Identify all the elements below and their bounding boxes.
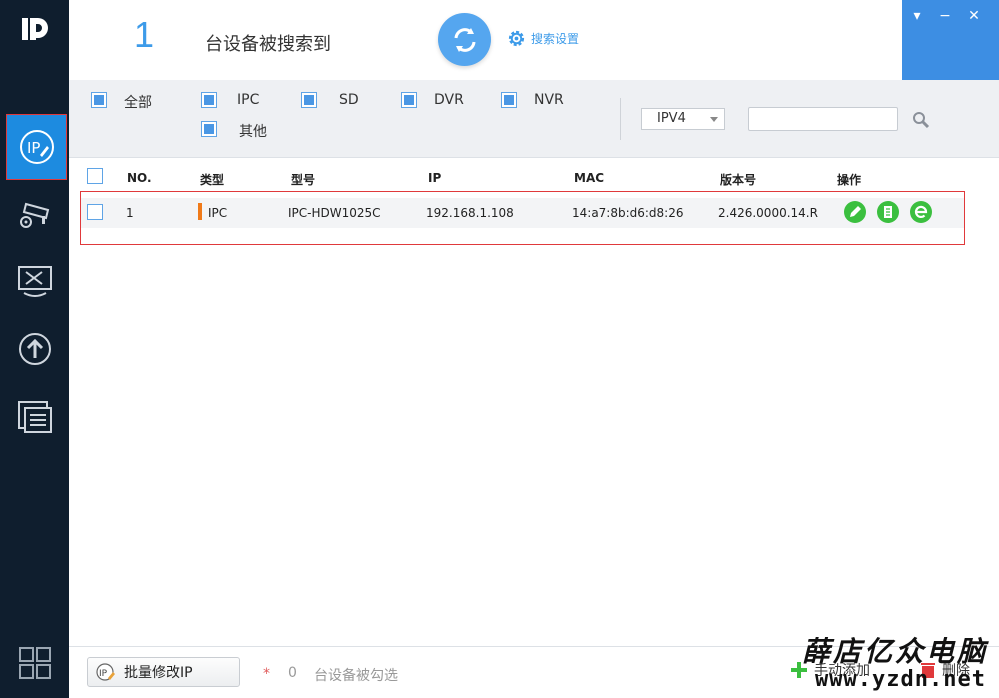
search-settings-link[interactable]: 搜索设置	[507, 29, 579, 48]
ip-edit-small-icon: IP	[96, 663, 115, 681]
col-version: 版本号	[720, 173, 757, 187]
filter-ipc-checkbox[interactable]	[201, 92, 217, 108]
col-ops: 操作	[837, 173, 862, 187]
header-separator	[69, 157, 999, 158]
filter-dvr-checkbox[interactable]	[401, 92, 417, 108]
browser-e-icon	[914, 205, 928, 219]
col-mac: MAC	[574, 171, 605, 185]
sidebar: IP	[0, 0, 69, 698]
refresh-icon	[454, 27, 475, 52]
device-count: 1	[134, 14, 155, 55]
filter-sd-checkbox[interactable]	[301, 92, 317, 108]
filter-all-checkbox[interactable]	[91, 92, 107, 108]
ip-edit-icon: IP	[19, 130, 54, 164]
document-icon	[884, 206, 892, 218]
required-star: *	[263, 666, 270, 682]
close-icon[interactable]: ✕	[964, 6, 984, 26]
table-header: NO. 类型 型号 IP MAC 版本号 操作	[80, 162, 965, 192]
batch-modify-ip-button[interactable]: IP 批量修改IP	[87, 657, 240, 687]
camera-gear-icon	[19, 202, 49, 228]
filter-other-checkbox[interactable]	[201, 121, 217, 137]
selected-label: 台设备被勾选	[314, 668, 398, 684]
refresh-button[interactable]	[438, 13, 491, 66]
pencil-icon	[850, 206, 861, 217]
window-titlebar: ▾ − ✕	[902, 0, 999, 80]
gear-icon	[508, 30, 525, 47]
selected-count: 0	[288, 665, 297, 681]
upgrade-arrow-icon	[18, 333, 51, 365]
batch-modify-ip-label: 批量修改IP	[124, 665, 193, 681]
app-logo-icon	[22, 18, 48, 40]
search-icon[interactable]	[912, 111, 930, 129]
col-model: 型号	[291, 173, 316, 187]
col-ip: IP	[428, 171, 442, 185]
svg-text:IP: IP	[99, 669, 108, 679]
details-button[interactable]	[877, 201, 899, 223]
watermark-url: www.yzdn.net	[815, 667, 986, 692]
col-no: NO.	[127, 171, 152, 185]
filter-other-label: 其他	[239, 124, 267, 140]
nav-device-camera[interactable]	[0, 180, 69, 246]
minimize-icon[interactable]: −	[935, 6, 955, 26]
edit-button[interactable]	[844, 201, 866, 223]
nav-ip-config[interactable]: IP	[6, 114, 67, 180]
ip-version-value: IPV4	[657, 111, 686, 126]
filter-nvr-checkbox[interactable]	[501, 92, 517, 108]
filter-all-label: 全部	[124, 95, 152, 111]
menu-dropdown-icon[interactable]: ▾	[907, 6, 927, 26]
filter-sd-label: SD	[339, 92, 359, 108]
nav-system-tools[interactable]	[0, 248, 69, 314]
watermark-title: 薛店亿众电脑	[802, 635, 989, 668]
nav-upgrade[interactable]	[0, 316, 69, 382]
row-highlight-box	[80, 191, 965, 245]
svg-text:IP: IP	[27, 139, 40, 157]
filter-dvr-label: DVR	[434, 92, 464, 108]
col-type: 类型	[200, 173, 225, 187]
nav-documents[interactable]	[0, 384, 69, 450]
app-grid-icon[interactable]	[17, 645, 53, 681]
search-settings-label: 搜索设置	[531, 32, 580, 46]
chevron-down-icon	[710, 117, 718, 122]
document-list-icon	[17, 401, 52, 433]
web-open-button[interactable]	[910, 201, 932, 223]
filter-nvr-label: NVR	[534, 92, 564, 108]
filter-divider	[620, 98, 621, 140]
found-label: 台设备被搜索到	[205, 34, 331, 55]
tools-monitor-icon	[17, 266, 52, 297]
filter-ipc-label: IPC	[237, 92, 260, 108]
search-input[interactable]	[748, 107, 898, 131]
ip-version-select[interactable]: IPV4	[641, 108, 725, 130]
select-all-checkbox[interactable]	[87, 168, 103, 184]
